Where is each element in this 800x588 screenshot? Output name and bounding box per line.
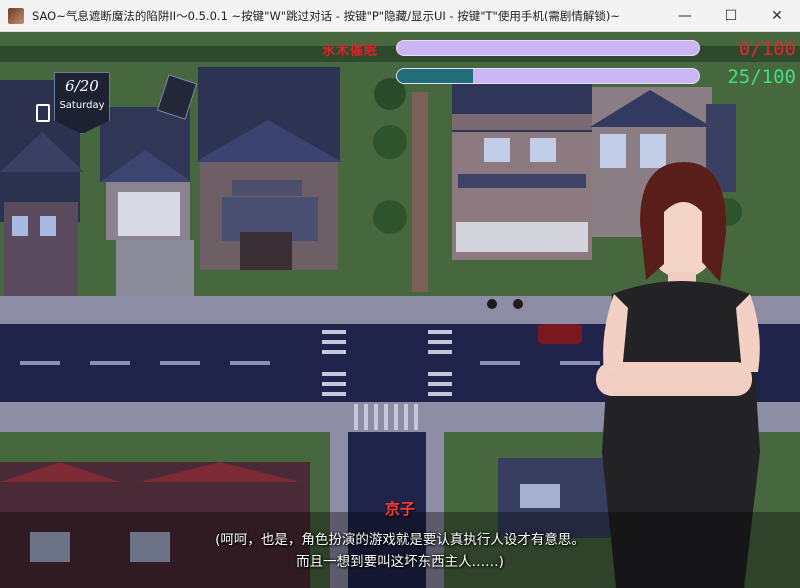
dialog-line-1: (呵呵，也是，角色扮演的游戏就是要认真执行人设才有意思。 [215,532,585,548]
window-title: SAO~气息遮断魔法的陷阱II～0.5.0.1 ~按键"W"跳过对话 - 按键"… [32,8,620,23]
window-titlebar: SAO~气息遮断魔法的陷阱II～0.5.0.1 ~按键"W"跳过对话 - 按键"… [0,0,800,32]
close-button[interactable]: ✕ [754,0,800,32]
app-icon [8,7,24,24]
dialog-speaker-name: 京子 [384,500,415,518]
hypnosis-stat-value: 0/100 [738,38,796,60]
game-viewport[interactable]: 6/20 Saturday 水木催眠 0/100 25/100 京子 (呵呵，也… [0,32,800,588]
second-stat-bar-fill [397,69,473,83]
date-label: 6/20 [65,77,99,95]
maximize-button[interactable]: ☐ [708,0,754,32]
phone-icon[interactable] [36,104,50,122]
hypnosis-bar [396,40,700,56]
minimize-button[interactable]: — [662,0,708,32]
second-stat-value: 25/100 [727,66,796,88]
weekday-label: Saturday [59,100,105,111]
hypnosis-stat-label: 水木催眠 [322,44,379,59]
dialog-line-2: 而且一想到要叫这坏东西主人……) [296,554,504,570]
second-stat-bar [396,68,700,84]
